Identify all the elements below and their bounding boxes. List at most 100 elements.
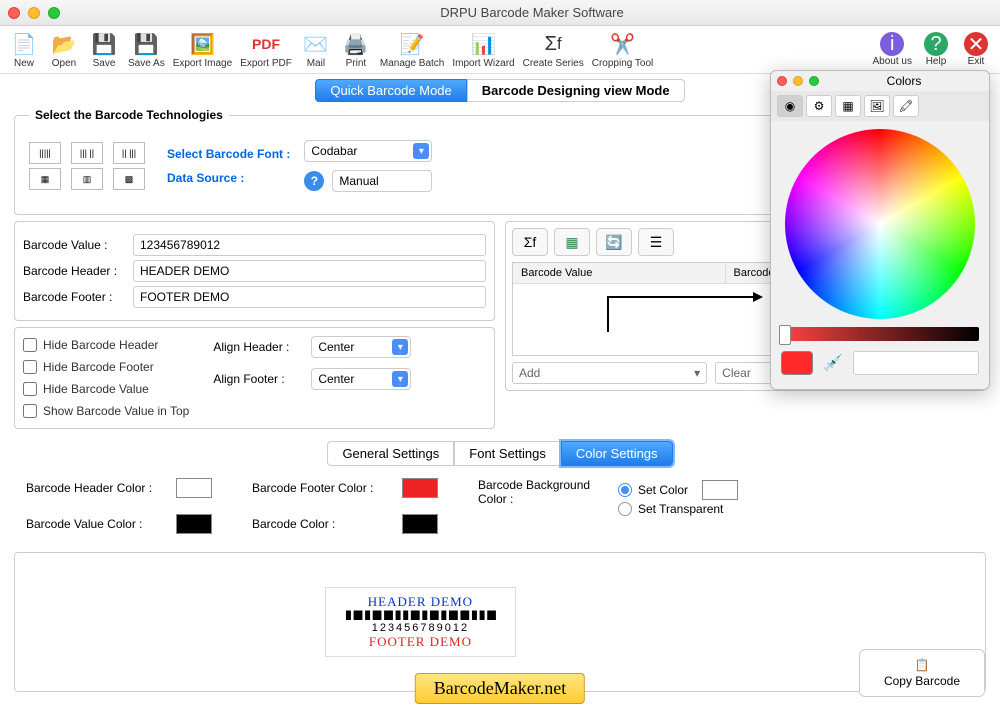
export-pdf-button[interactable]: PDFExport PDF	[240, 30, 292, 69]
barcode-type-icons: ||||| ||| || || ||| ▦ ▥ ▩	[29, 142, 145, 190]
picker-zoom-button[interactable]	[809, 76, 819, 86]
barcode-footer-input[interactable]	[133, 286, 486, 308]
header-color-swatch[interactable]	[176, 478, 212, 498]
barcode-sample-icon[interactable]: ||| ||	[71, 142, 103, 164]
formula-button[interactable]: Σf	[512, 228, 548, 256]
import-wizard-button[interactable]: 📊Import Wizard	[452, 30, 514, 69]
save-as-icon: 💾	[132, 30, 160, 58]
wheel-tab[interactable]: ◉	[777, 95, 803, 117]
copy-icon: 📋	[915, 658, 930, 672]
exit-button[interactable]: ✕Exit	[960, 32, 992, 67]
wizard-icon: 📊	[469, 30, 497, 58]
preview-bars: █ ██ █ ██ ██ █ █ ██ █ ██ █ ██ ██ █ █ ██	[346, 612, 495, 620]
technology-legend: Select the Barcode Technologies	[29, 108, 229, 122]
footer-label: Barcode Footer :	[23, 290, 133, 304]
refresh-button[interactable]: 🔄	[596, 228, 632, 256]
mail-button[interactable]: ✉️Mail	[300, 30, 332, 69]
general-settings-tab[interactable]: General Settings	[327, 441, 454, 466]
info-icon: i	[880, 32, 904, 56]
annotation-arrow	[608, 292, 763, 304]
open-button[interactable]: 📂Open	[48, 30, 80, 69]
save-as-button[interactable]: 💾Save As	[128, 30, 165, 69]
close-window-button[interactable]	[8, 7, 20, 19]
list-button[interactable]: ☰	[638, 228, 674, 256]
manage-batch-button[interactable]: 📝Manage Batch	[380, 30, 445, 69]
design-mode-tab[interactable]: Barcode Designing view Mode	[467, 79, 685, 102]
image-icon: 🖼️	[188, 30, 216, 58]
value-color-swatch[interactable]	[176, 514, 212, 534]
brightness-slider[interactable]	[781, 327, 979, 341]
create-series-button[interactable]: ΣfCreate Series	[523, 30, 584, 69]
set-color-radio[interactable]: Set Color	[618, 480, 738, 500]
color-settings-tab[interactable]: Color Settings	[561, 441, 673, 466]
value-label: Barcode Value :	[23, 238, 133, 252]
preview-header: HEADER DEMO	[346, 594, 495, 610]
main-toolbar: 📄New 📂Open 💾Save 💾Save As 🖼️Export Image…	[0, 26, 1000, 74]
series-icon: Σf	[539, 30, 567, 58]
set-transparent-radio[interactable]: Set Transparent	[618, 502, 738, 516]
color-picker-panel: Colors ◉ ⚙ ▦ 🖼 🖍 💉	[770, 70, 990, 390]
align-footer-label: Align Footer :	[213, 372, 303, 386]
footer-color-label: Barcode Footer Color :	[252, 481, 392, 495]
picker-title: Colors	[825, 74, 983, 88]
titlebar: DRPU Barcode Maker Software	[0, 0, 1000, 26]
crayon-tab[interactable]: 🖍	[893, 95, 919, 117]
picker-min-button[interactable]	[793, 76, 803, 86]
align-footer-select[interactable]: Center	[311, 368, 411, 390]
cropping-tool-button[interactable]: ✂️Cropping Tool	[592, 30, 654, 69]
new-button[interactable]: 📄New	[8, 30, 40, 69]
sliders-tab[interactable]: ⚙	[806, 95, 832, 117]
show-value-top-checkbox[interactable]: Show Barcode Value in Top	[23, 404, 189, 418]
data-source-select[interactable]: Manual	[332, 170, 432, 192]
zoom-window-button[interactable]	[48, 7, 60, 19]
export-image-button[interactable]: 🖼️Export Image	[173, 30, 232, 69]
window-title: DRPU Barcode Maker Software	[72, 5, 992, 20]
color-settings-section: Barcode Header Color : Barcode Value Col…	[14, 472, 986, 540]
printer-icon: 🖨️	[342, 30, 370, 58]
save-button[interactable]: 💾Save	[88, 30, 120, 69]
help-icon: ?	[924, 32, 948, 56]
font-settings-tab[interactable]: Font Settings	[454, 441, 561, 466]
value-color-label: Barcode Value Color :	[26, 517, 166, 531]
picker-mode-tabs: ◉ ⚙ ▦ 🖼 🖍	[771, 91, 989, 121]
saved-colors-grid[interactable]	[853, 351, 979, 375]
header-label: Barcode Header :	[23, 264, 133, 278]
font-label: Select Barcode Font :	[167, 147, 290, 161]
barcode-sample-icon[interactable]: ▥	[71, 168, 103, 190]
align-header-label: Align Header :	[213, 340, 303, 354]
excel-button[interactable]: ▦	[554, 228, 590, 256]
hide-value-checkbox[interactable]: Hide Barcode Value	[23, 382, 189, 396]
preview-footer: FOOTER DEMO	[346, 634, 495, 650]
palette-tab[interactable]: ▦	[835, 95, 861, 117]
barcode-sample-icon[interactable]: |||||	[29, 142, 61, 164]
barcode-font-select[interactable]: Codabar	[304, 140, 432, 162]
barcode-value-input[interactable]	[133, 234, 486, 256]
add-select[interactable]: Add▾	[512, 362, 707, 384]
hide-footer-checkbox[interactable]: Hide Barcode Footer	[23, 360, 189, 374]
footer-color-swatch[interactable]	[402, 478, 438, 498]
preview-value: 123456789012	[346, 622, 495, 634]
eyedropper-icon[interactable]: 💉	[823, 353, 843, 373]
current-color-swatch[interactable]	[781, 351, 813, 375]
picker-close-button[interactable]	[777, 76, 787, 86]
settings-tabs: General Settings Font Settings Color Set…	[14, 441, 986, 466]
barcode-header-input[interactable]	[133, 260, 486, 282]
about-button[interactable]: iAbout us	[873, 32, 912, 67]
barcode-sample-icon[interactable]: ▦	[29, 168, 61, 190]
barcode-sample-icon[interactable]: ▩	[113, 168, 145, 190]
hide-header-checkbox[interactable]: Hide Barcode Header	[23, 338, 189, 352]
quick-mode-tab[interactable]: Quick Barcode Mode	[315, 79, 466, 102]
copy-barcode-button[interactable]: 📋 Copy Barcode	[859, 649, 985, 697]
print-button[interactable]: 🖨️Print	[340, 30, 372, 69]
barcode-preview: HEADER DEMO █ ██ █ ██ ██ █ █ ██ █ ██ █ █…	[325, 587, 516, 657]
color-wheel[interactable]	[785, 129, 975, 319]
align-header-select[interactable]: Center	[311, 336, 411, 358]
barcode-color-swatch[interactable]	[402, 514, 438, 534]
minimize-window-button[interactable]	[28, 7, 40, 19]
help-button[interactable]: ?Help	[920, 32, 952, 67]
barcode-sample-icon[interactable]: || |||	[113, 142, 145, 164]
help-icon[interactable]: ?	[304, 171, 324, 191]
image-tab[interactable]: 🖼	[864, 95, 890, 117]
exit-icon: ✕	[964, 32, 988, 56]
bg-color-label: Barcode Background Color :	[478, 478, 608, 506]
